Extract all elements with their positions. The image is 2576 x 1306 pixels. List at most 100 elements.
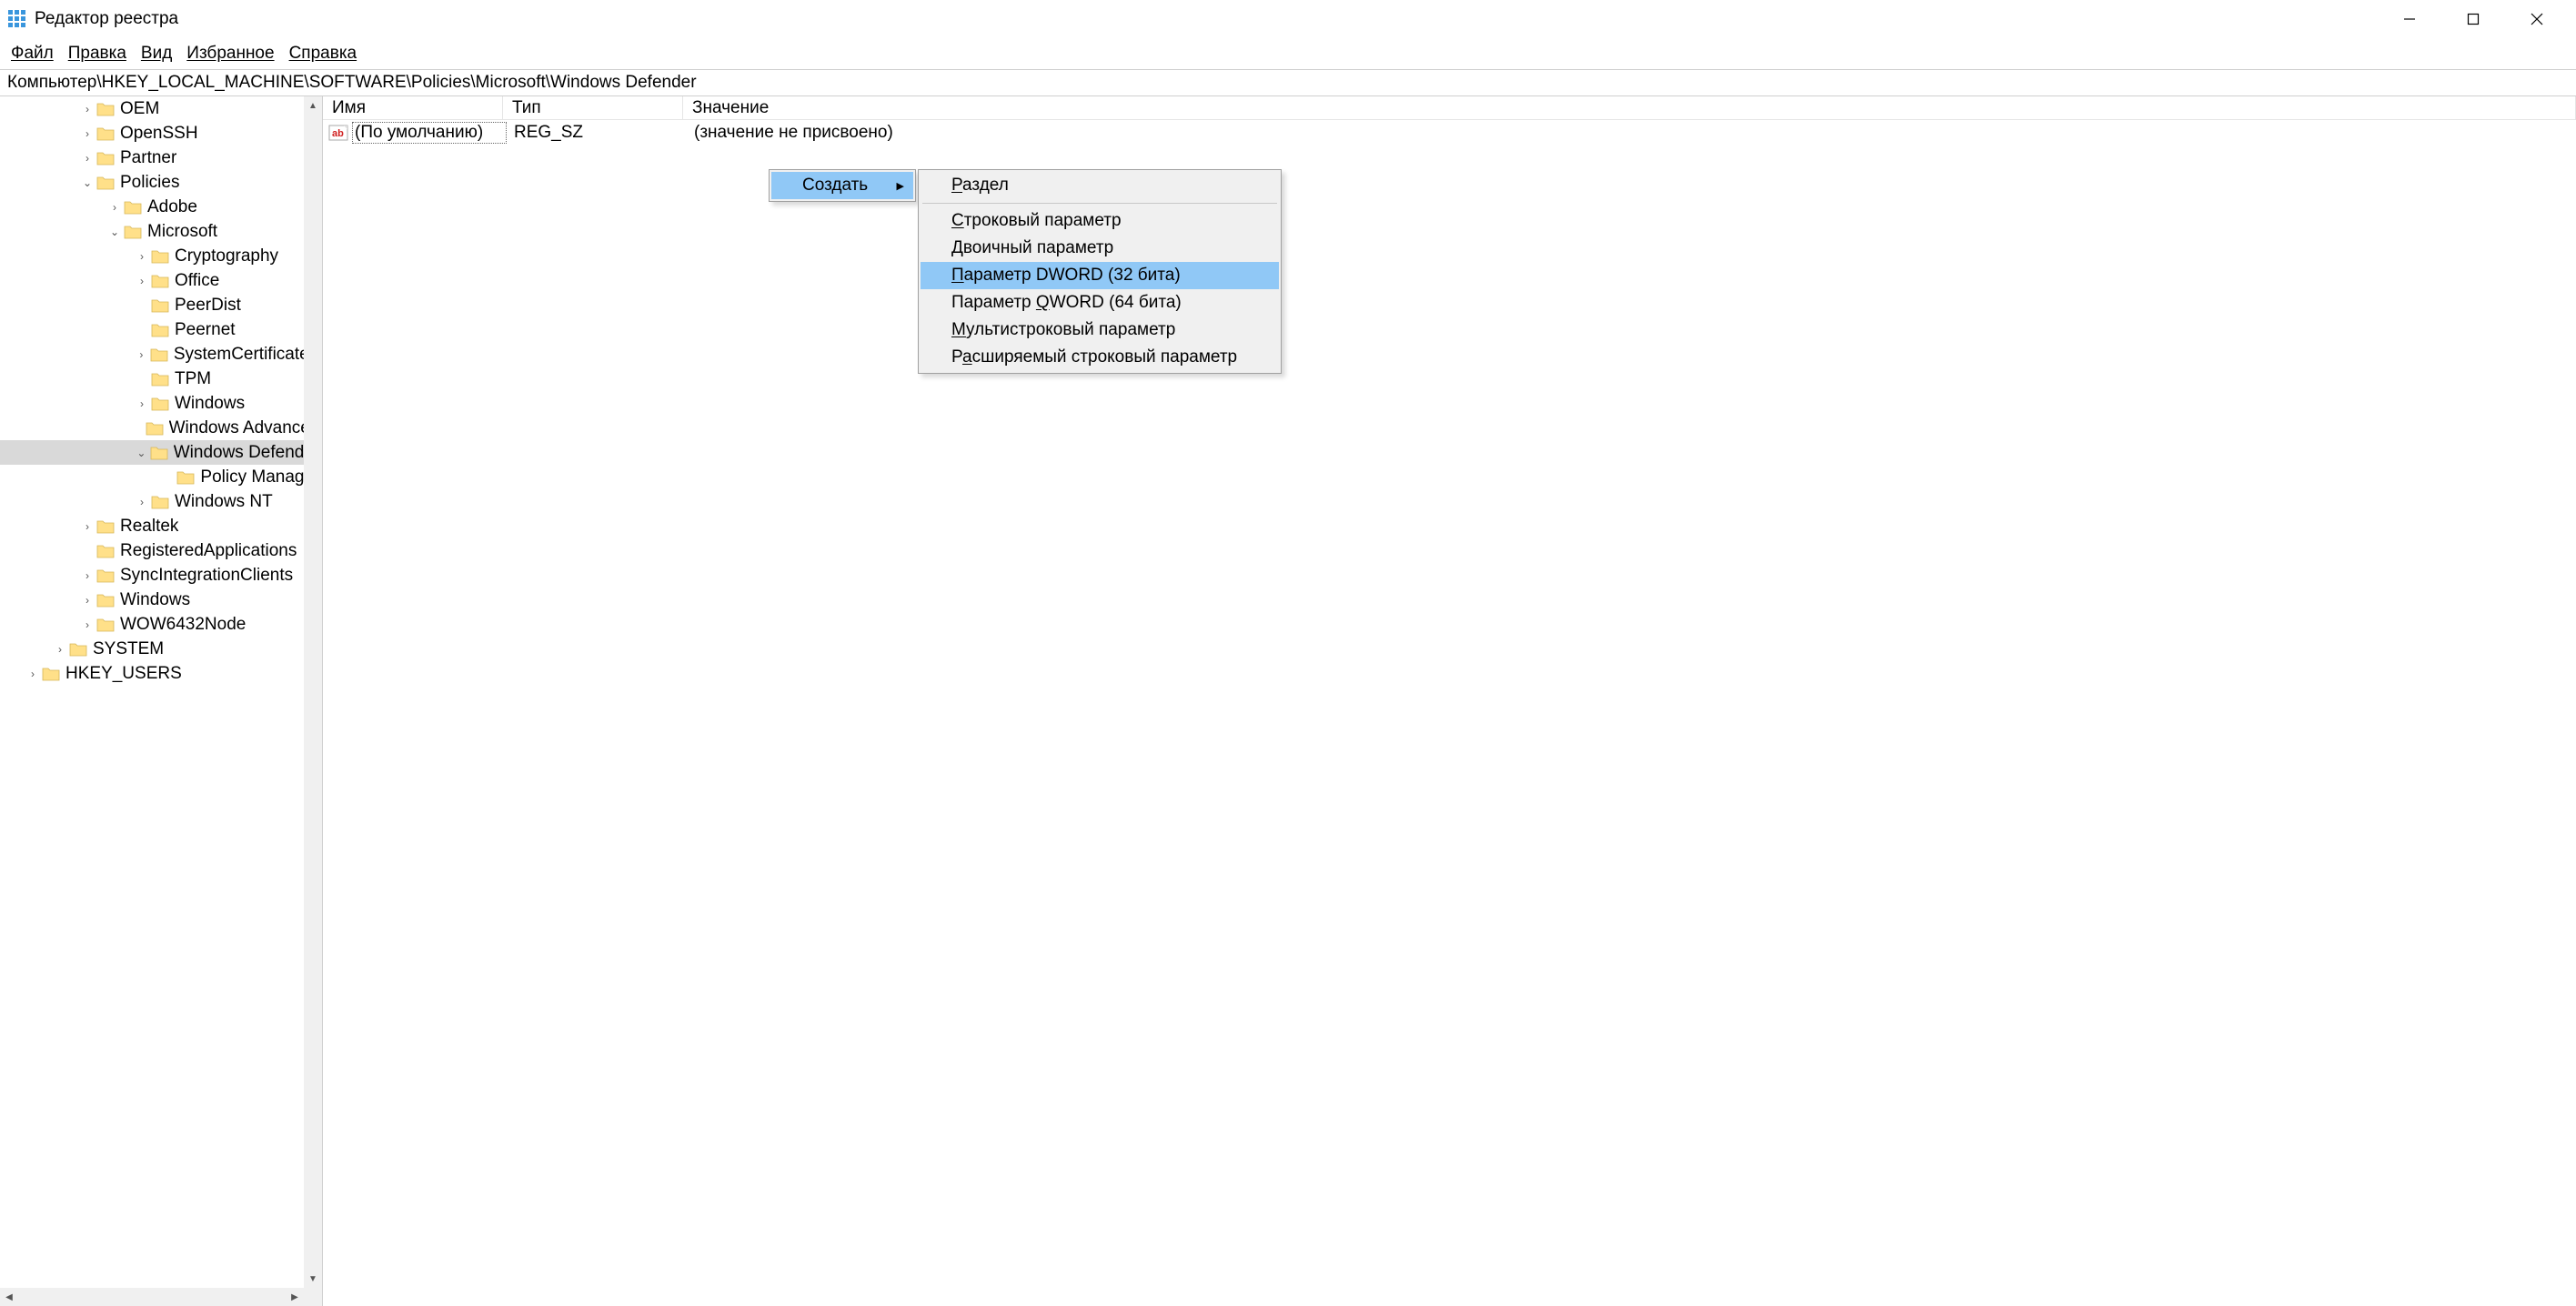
- tree-item[interactable]: › Adobe: [0, 195, 304, 219]
- tree-item-label: SYSTEM: [93, 639, 164, 659]
- folder-icon: [96, 592, 115, 608]
- chevron-right-icon[interactable]: ›: [136, 275, 151, 287]
- tree-item-label: Peernet: [175, 320, 236, 340]
- main-area: ›OEM›OpenSSH›Partner⌄Policies›Adobe⌄Micr…: [0, 96, 2576, 1306]
- tree-item[interactable]: ›TPM: [0, 367, 304, 391]
- tree-item[interactable]: ›HKEY_USERS: [0, 661, 304, 686]
- tree-item[interactable]: ›Cryptography: [0, 244, 304, 268]
- submenu-string-param[interactable]: Строковый параметр: [921, 207, 1279, 235]
- address-path: Компьютер\HKEY_LOCAL_MACHINE\SOFTWARE\Po…: [7, 73, 697, 93]
- chevron-down-icon[interactable]: ⌄: [82, 176, 96, 189]
- submenu-binary-param[interactable]: Двоичный параметр: [921, 235, 1279, 262]
- chevron-right-icon[interactable]: ›: [82, 103, 96, 116]
- tree-item-label: Partner: [120, 148, 176, 168]
- chevron-right-icon[interactable]: ›: [136, 397, 151, 410]
- chevron-right-icon[interactable]: ›: [136, 496, 151, 508]
- folder-icon: [96, 518, 115, 535]
- folder-icon: [96, 126, 115, 142]
- chevron-right-icon[interactable]: ›: [109, 201, 124, 214]
- tree-item[interactable]: › WOW6432Node: [0, 612, 304, 637]
- chevron-right-icon[interactable]: ›: [82, 618, 96, 631]
- submenu-expandstring-param[interactable]: Расширяемый строковый параметр: [921, 344, 1279, 371]
- tree-item[interactable]: › Windows: [0, 391, 304, 416]
- menu-file[interactable]: Файл: [4, 41, 61, 66]
- scrollbar-corner: [304, 1288, 322, 1306]
- tree-item-label: TPM: [175, 369, 211, 389]
- tree-item[interactable]: › OEM: [0, 96, 304, 121]
- tree-item[interactable]: ›PeerDist: [0, 293, 304, 317]
- chevron-right-icon[interactable]: ›: [27, 668, 42, 680]
- folder-icon: [124, 224, 142, 240]
- menu-favorites[interactable]: Избранное: [179, 41, 281, 66]
- menu-view[interactable]: Вид: [134, 41, 179, 66]
- minimize-button[interactable]: [2378, 1, 2441, 37]
- submenu-multistring-param[interactable]: Мультистроковый параметр: [921, 316, 1279, 344]
- tree-item[interactable]: ⌄Microsoft: [0, 219, 304, 244]
- value-row[interactable]: ab (По умолчанию) REG_SZ (значение не пр…: [323, 120, 2576, 146]
- menu-help[interactable]: Справка: [282, 41, 365, 66]
- tree-item[interactable]: ›SyncIntegrationClients: [0, 563, 304, 588]
- chevron-right-icon[interactable]: ›: [82, 520, 96, 533]
- folder-icon: [96, 568, 115, 584]
- tree-item-label: OEM: [120, 99, 159, 119]
- scroll-down-icon[interactable]: ▼: [304, 1270, 322, 1288]
- tree-scroll: ›OEM›OpenSSH›Partner⌄Policies›Adobe⌄Micr…: [0, 96, 304, 1288]
- tree-item[interactable]: ⌄Windows Defender: [0, 440, 304, 465]
- tree-item[interactable]: › SYSTEM: [0, 637, 304, 661]
- submenu-qword-param[interactable]: Параметр QWORD (64 бита): [921, 289, 1279, 316]
- chevron-right-icon[interactable]: ›: [82, 152, 96, 165]
- folder-icon: [151, 396, 169, 412]
- chevron-right-icon[interactable]: ›: [82, 569, 96, 582]
- scroll-up-icon[interactable]: ▲: [304, 96, 322, 115]
- tree-horizontal-scrollbar[interactable]: ◀ ▶: [0, 1288, 304, 1306]
- column-name-header[interactable]: Имя: [323, 96, 503, 119]
- context-submenu: Раздел Строковый параметр Двоичный парам…: [918, 169, 1282, 374]
- folder-icon: [151, 371, 169, 387]
- tree-vertical-scrollbar[interactable]: ▲ ▼: [304, 96, 322, 1288]
- tree-pane: ›OEM›OpenSSH›Partner⌄Policies›Adobe⌄Micr…: [0, 96, 323, 1306]
- tree-item[interactable]: › Partner: [0, 146, 304, 170]
- chevron-right-icon[interactable]: ›: [136, 250, 151, 263]
- tree-item[interactable]: ›Windows Advanced Threat Protection: [0, 416, 304, 440]
- folder-icon: [151, 494, 169, 510]
- tree-item[interactable]: ›Realtek: [0, 514, 304, 538]
- chevron-right-icon[interactable]: ›: [136, 348, 150, 361]
- column-value-header[interactable]: Значение: [683, 96, 2576, 119]
- submenu-dword-param[interactable]: Параметр DWORD (32 бита): [921, 262, 1279, 289]
- folder-icon: [150, 445, 168, 461]
- tree-item[interactable]: › Office: [0, 268, 304, 293]
- tree-item[interactable]: ›RegisteredApplications: [0, 538, 304, 563]
- tree-item-label: RegisteredApplications: [120, 541, 297, 561]
- folder-icon: [96, 150, 115, 166]
- menu-edit[interactable]: Правка: [61, 41, 134, 66]
- chevron-down-icon[interactable]: ⌄: [136, 447, 150, 459]
- folder-icon: [151, 248, 169, 265]
- maximize-button[interactable]: [2441, 1, 2505, 37]
- tree-item-label: Office: [175, 271, 219, 291]
- folder-icon: [151, 273, 169, 289]
- tree-item-label: WOW6432Node: [120, 615, 246, 635]
- address-bar[interactable]: Компьютер\HKEY_LOCAL_MACHINE\SOFTWARE\Po…: [0, 69, 2576, 96]
- column-type-header[interactable]: Тип: [503, 96, 683, 119]
- value-type: REG_SZ: [507, 123, 687, 143]
- tree-item[interactable]: ›Peernet: [0, 317, 304, 342]
- scroll-right-icon[interactable]: ▶: [286, 1288, 304, 1306]
- tree-item-label: Windows: [175, 394, 245, 414]
- tree-item[interactable]: ›OpenSSH: [0, 121, 304, 146]
- context-menu-create[interactable]: Создать ▶: [771, 172, 913, 199]
- chevron-right-icon[interactable]: ›: [55, 643, 69, 656]
- tree-item[interactable]: ›Windows: [0, 588, 304, 612]
- folder-icon: [176, 469, 195, 486]
- tree-item[interactable]: ›Windows NT: [0, 489, 304, 514]
- tree-item[interactable]: ›Policy Manager: [0, 465, 304, 489]
- chevron-right-icon[interactable]: ›: [82, 594, 96, 607]
- tree-item[interactable]: ›SystemCertificates: [0, 342, 304, 367]
- close-button[interactable]: [2505, 1, 2569, 37]
- folder-icon: [96, 543, 115, 559]
- submenu-section[interactable]: Раздел: [921, 172, 1279, 199]
- chevron-right-icon[interactable]: ›: [82, 127, 96, 140]
- tree-item-label: Adobe: [147, 197, 197, 217]
- scroll-left-icon[interactable]: ◀: [0, 1288, 18, 1306]
- tree-item[interactable]: ⌄Policies: [0, 170, 304, 195]
- chevron-down-icon[interactable]: ⌄: [109, 226, 124, 238]
